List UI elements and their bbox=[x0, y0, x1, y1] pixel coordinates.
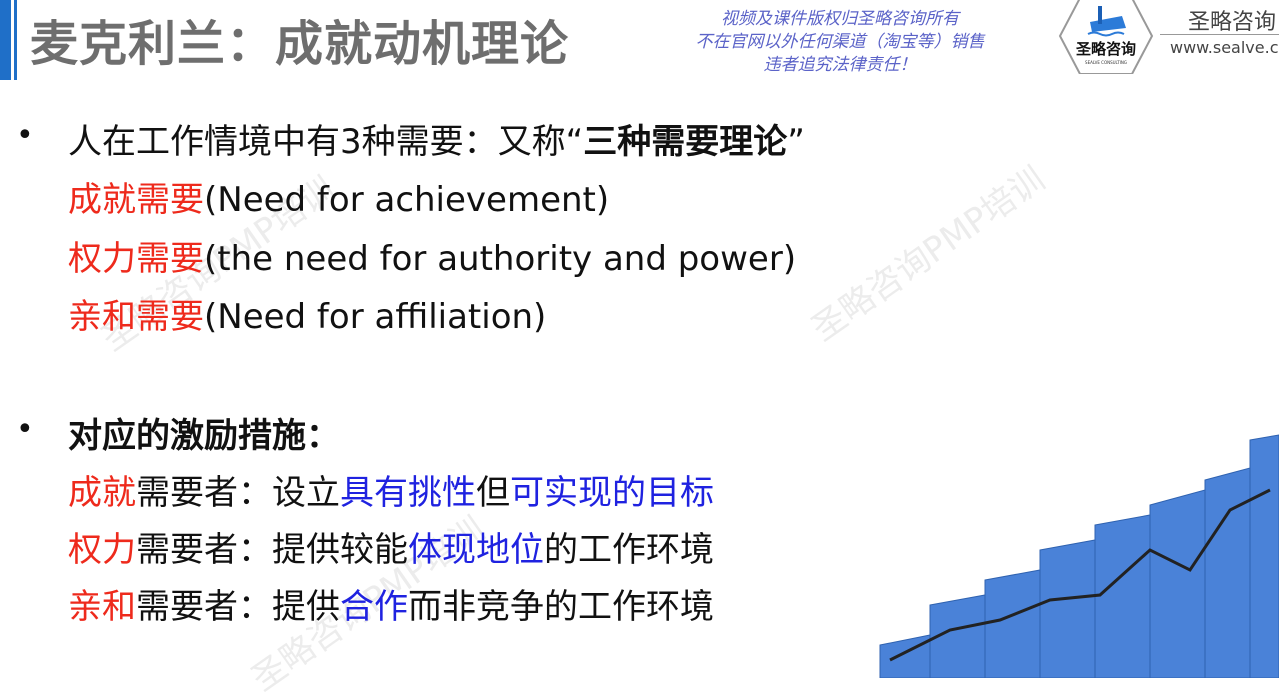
title-accent-bar bbox=[0, 0, 11, 80]
need-en: (Need for affiliation) bbox=[204, 297, 547, 337]
quote: ” bbox=[787, 122, 805, 162]
title-accent-line bbox=[14, 0, 17, 80]
text: 需要者：提供 bbox=[136, 587, 340, 627]
need-item: 权力需要(the need for authority and power) bbox=[68, 231, 796, 280]
section-heading: 对应的激励措施： bbox=[68, 416, 340, 456]
need-cn: 亲和需要 bbox=[68, 297, 204, 337]
logo-text: 圣略咨询 bbox=[1075, 40, 1136, 58]
notice-line: 视频及课件版权归圣略咨询所有 bbox=[721, 9, 959, 29]
quote: “ bbox=[565, 122, 584, 162]
need-en: (the need for authority and power) bbox=[204, 239, 797, 279]
brand-logo: 圣略咨询 SEALVE CONSULTING bbox=[1058, 0, 1154, 74]
slide-title: 麦克利兰：成就动机理论 bbox=[30, 16, 570, 72]
brand-url: www.sealve.c bbox=[1170, 38, 1279, 57]
need-en: (Need for achievement) bbox=[204, 180, 610, 220]
need-item: 成就需要(Need for achievement) bbox=[68, 172, 609, 221]
need-type: 成就 bbox=[68, 473, 136, 513]
need-cn: 成就需要 bbox=[68, 180, 204, 220]
text: 的工作环境 bbox=[544, 530, 714, 570]
measure-row: 亲和需要者：提供合作而非竞争的工作环境 bbox=[68, 579, 714, 628]
measure-row: 成就需要者：设立具有挑性但可实现的目标 bbox=[68, 465, 714, 514]
bullet: • bbox=[16, 412, 34, 447]
bar-chart-graphic bbox=[879, 434, 1279, 678]
text: 而非竞争的工作环境 bbox=[408, 587, 714, 627]
highlight: 可实现的目标 bbox=[510, 473, 714, 513]
text: 需要者：提供较能 bbox=[136, 530, 408, 570]
brand-name: 圣略咨询 bbox=[1188, 10, 1277, 35]
highlight: 合作 bbox=[340, 587, 408, 627]
intro-text: 人在工作情境中有3种需要：又称 bbox=[68, 122, 566, 162]
text: 需要者：设立 bbox=[136, 473, 340, 513]
need-cn: 权力需要 bbox=[68, 239, 204, 279]
need-item: 亲和需要(Need for affiliation) bbox=[68, 289, 546, 338]
copyright-notice: 视频及课件版权归圣略咨询所有 不在官网以外任何渠道（淘宝等）销售 违者追究法律责… bbox=[655, 8, 1025, 77]
logo-subtext: SEALVE CONSULTING bbox=[1085, 60, 1127, 65]
need-type: 权力 bbox=[68, 530, 136, 570]
bullet: • bbox=[16, 118, 34, 153]
highlight: 体现地位 bbox=[408, 530, 544, 570]
intro-bold: 三种需要理论 bbox=[583, 122, 788, 162]
notice-line: 不在官网以外任何渠道（淘宝等）销售 bbox=[695, 32, 985, 52]
notice-line: 违者追究法律责任！ bbox=[763, 55, 917, 75]
watermark: 圣略咨询PMP培训 bbox=[804, 159, 1053, 350]
highlight: 具有挑性 bbox=[340, 473, 476, 513]
text: 但 bbox=[476, 473, 510, 513]
need-type: 亲和 bbox=[68, 587, 136, 627]
brand-divider bbox=[1160, 34, 1279, 35]
measure-row: 权力需要者：提供较能体现地位的工作环境 bbox=[68, 522, 714, 571]
intro-line: 人在工作情境中有3种需要：又称“三种需要理论” bbox=[68, 114, 805, 163]
